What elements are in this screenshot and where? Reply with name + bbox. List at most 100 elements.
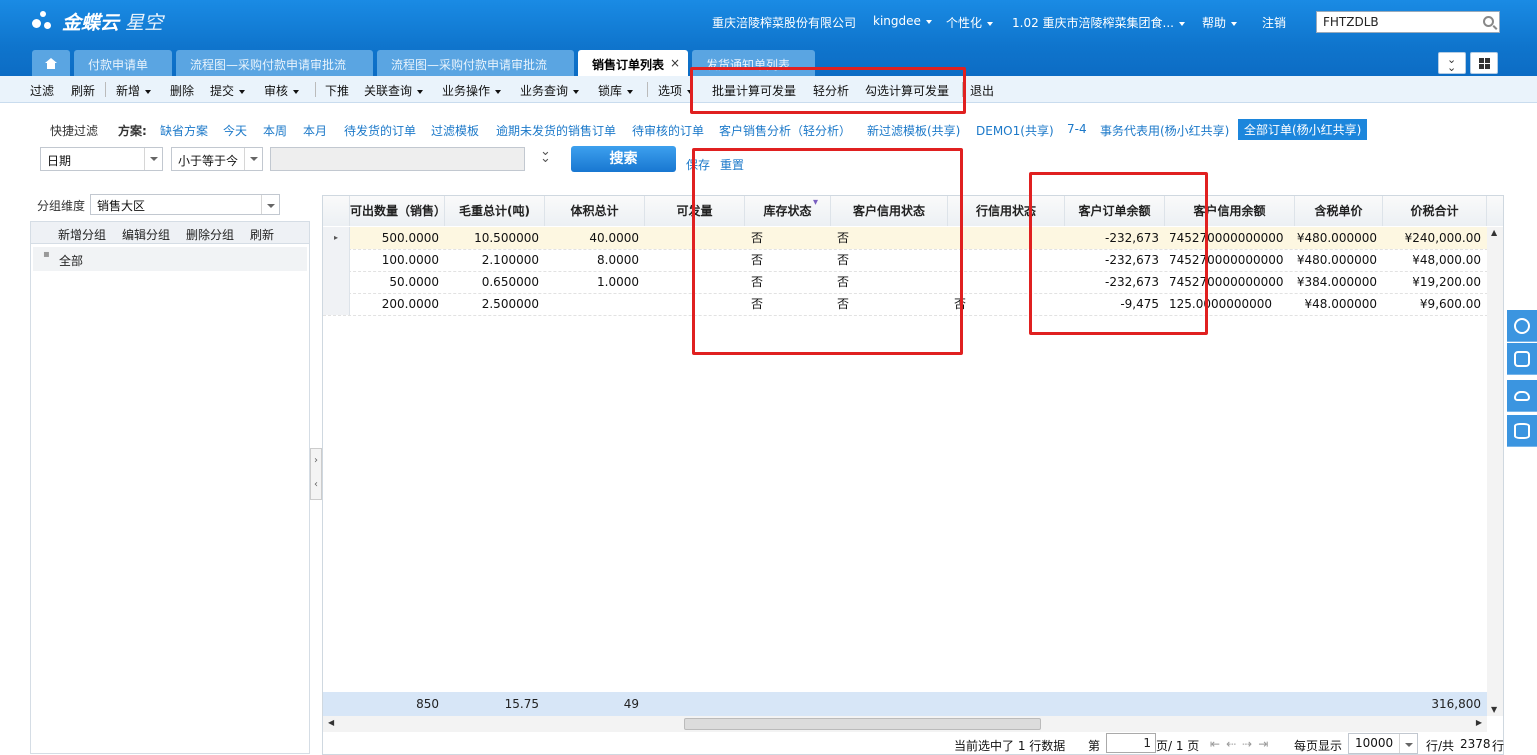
- table-cell: 8.0000: [597, 253, 639, 267]
- business-operation-button[interactable]: 业务操作: [442, 82, 502, 99]
- logout-link[interactable]: 注销: [1262, 14, 1286, 31]
- scheme-this-week[interactable]: 本周: [263, 122, 287, 139]
- scheme-this-month[interactable]: 本月: [303, 122, 327, 139]
- row-selector[interactable]: [323, 271, 350, 293]
- kingdee-logo[interactable]: 金蝶云 星空: [30, 8, 163, 35]
- panel-collapse-handle[interactable]: › ‹: [310, 448, 322, 500]
- tabs-overflow-button[interactable]: ⌄ ⌄: [1438, 52, 1466, 74]
- col-gross-weight[interactable]: 毛重总计(吨): [445, 196, 545, 226]
- col-deliverable-qty[interactable]: 可发量: [645, 196, 745, 226]
- reset-filter-link[interactable]: 重置: [720, 156, 744, 173]
- refresh-button[interactable]: 刷新: [71, 82, 95, 99]
- filter-button[interactable]: 过滤: [30, 82, 54, 99]
- search-button[interactable]: 搜索: [571, 146, 676, 172]
- page-number-input[interactable]: 1: [1106, 733, 1156, 753]
- delete-group-button[interactable]: 删除分组: [186, 226, 234, 243]
- col-volume[interactable]: 体积总计: [545, 196, 645, 226]
- org-menu[interactable]: 1.02 重庆市涪陵榨菜集团食...: [1012, 14, 1185, 31]
- filter-operator-select[interactable]: 小于等于今: [171, 147, 263, 171]
- scheme-all-orders[interactable]: 全部订单(杨小红共享): [1238, 119, 1368, 140]
- business-query-button[interactable]: 业务查询: [520, 82, 580, 99]
- col-customer-credit-balance[interactable]: 客户信用余额: [1165, 196, 1295, 226]
- scroll-down-icon[interactable]: ▼: [1491, 705, 1497, 714]
- col-tax-unit-price[interactable]: 含税单价: [1295, 196, 1383, 226]
- side-chat-button[interactable]: [1507, 343, 1537, 375]
- horizontal-scrollbar[interactable]: ◀ ▶: [323, 716, 1487, 732]
- options-button[interactable]: 选项: [658, 82, 694, 99]
- group-dimension-select[interactable]: 销售大区: [90, 194, 280, 215]
- audit-button[interactable]: 审核: [264, 82, 300, 99]
- last-page-icon[interactable]: ⇥: [1258, 737, 1274, 751]
- related-query-button[interactable]: 关联查询: [364, 82, 424, 99]
- add-group-button[interactable]: 新增分组: [58, 226, 106, 243]
- tab-delivery-notice-list[interactable]: 发货通知单列表: [692, 50, 815, 76]
- tab-flow-2[interactable]: 流程图—采购付款申请审批流: [377, 50, 574, 76]
- exit-button[interactable]: 退出: [970, 82, 994, 99]
- tab-payment-request[interactable]: 付款申请单: [74, 50, 172, 76]
- scheme-pending-audit[interactable]: 待审核的订单: [632, 122, 704, 139]
- tab-flow-1[interactable]: 流程图—采购付款申请审批流: [176, 50, 373, 76]
- save-filter-link[interactable]: 保存: [686, 156, 710, 173]
- refresh-group-button[interactable]: 刷新: [250, 226, 274, 243]
- batch-calc-button[interactable]: 批量计算可发量: [712, 82, 796, 99]
- scheme-today[interactable]: 今天: [223, 122, 247, 139]
- user-menu[interactable]: kingdee: [873, 14, 932, 28]
- toolbar-divider: [315, 82, 316, 97]
- scheme-overdue[interactable]: 逾期未发货的销售订单: [496, 122, 616, 139]
- col-total-with-tax[interactable]: 价税合计: [1383, 196, 1487, 226]
- scheme-new-template[interactable]: 新过滤模板(共享): [867, 122, 960, 139]
- help-menu[interactable]: 帮助: [1202, 14, 1238, 31]
- submit-button[interactable]: 提交: [210, 82, 246, 99]
- col-stock-status[interactable]: 库存状态 ▾: [745, 196, 831, 226]
- side-database-button[interactable]: [1507, 415, 1537, 447]
- scheme-customer-analysis[interactable]: 客户销售分析（轻分析）: [719, 122, 851, 139]
- row-selector[interactable]: ▸: [323, 227, 350, 249]
- side-avatar-button[interactable]: [1507, 310, 1537, 342]
- scheme-default[interactable]: 缺省方案: [160, 122, 208, 139]
- scroll-left-icon[interactable]: ◀: [328, 718, 334, 727]
- row-selector[interactable]: [323, 293, 350, 315]
- col-line-credit[interactable]: 行信用状态: [948, 196, 1065, 226]
- prev-page-icon[interactable]: ⇠: [1226, 737, 1242, 751]
- edit-group-button[interactable]: 编辑分组: [122, 226, 170, 243]
- scheme-demo1[interactable]: DEMO1(共享): [976, 122, 1054, 139]
- col-customer-order-balance[interactable]: 客户订单余额: [1065, 196, 1165, 226]
- company-name[interactable]: 重庆涪陵榨菜股份有限公司: [712, 14, 856, 31]
- light-analysis-button[interactable]: 轻分析: [813, 82, 849, 99]
- scroll-right-icon[interactable]: ▶: [1476, 718, 1482, 727]
- check-calc-button[interactable]: 勾选计算可发量: [865, 82, 949, 99]
- scroll-up-icon[interactable]: ▲: [1491, 228, 1497, 237]
- tab-sales-order-list[interactable]: 销售订单列表 ×: [578, 50, 688, 76]
- scheme-pending-delivery[interactable]: 待发货的订单: [344, 122, 416, 139]
- grid-view-button[interactable]: [1470, 52, 1498, 74]
- col-available-qty[interactable]: 可出数量（销售）: [350, 196, 445, 226]
- global-search-input[interactable]: FHTZDLB: [1316, 11, 1500, 33]
- delete-button[interactable]: 删除: [170, 82, 194, 99]
- first-page-icon[interactable]: ⇤: [1210, 737, 1226, 751]
- next-page-icon[interactable]: ⇢: [1242, 737, 1258, 751]
- filter-field-select[interactable]: 日期: [40, 147, 163, 171]
- home-tab[interactable]: [32, 50, 70, 76]
- tab-label: 付款申请单: [88, 58, 149, 72]
- scheme-7-4[interactable]: 7-4: [1067, 122, 1087, 136]
- tree-item-all[interactable]: ▪ 全部: [33, 247, 307, 271]
- close-icon[interactable]: ×: [670, 56, 680, 70]
- row-selector[interactable]: [323, 249, 350, 271]
- push-button[interactable]: 下推: [325, 82, 349, 99]
- scheme-filter-template[interactable]: 过滤模板: [431, 122, 479, 139]
- col-customer-credit[interactable]: 客户信用状态: [831, 196, 948, 226]
- per-page-select[interactable]: 10000: [1348, 733, 1418, 754]
- filter-icon[interactable]: ▾: [813, 196, 818, 218]
- expand-filter-icon[interactable]: ⌄ ⌄: [540, 145, 551, 165]
- new-button[interactable]: 新增: [116, 82, 152, 99]
- personalize-menu[interactable]: 个性化: [946, 14, 994, 31]
- toolbar-divider: [105, 82, 106, 97]
- scroll-thumb[interactable]: [684, 718, 1041, 730]
- search-icon[interactable]: [1483, 16, 1494, 27]
- biz-query-label: 业务查询: [520, 84, 569, 98]
- lock-stock-button[interactable]: 锁库: [598, 82, 634, 99]
- filter-value-input[interactable]: [270, 147, 525, 171]
- scheme-rep[interactable]: 事务代表用(杨小红共享): [1100, 122, 1229, 139]
- vertical-scrollbar[interactable]: ▲ ▼: [1487, 227, 1503, 716]
- side-cloud-button[interactable]: [1507, 380, 1537, 412]
